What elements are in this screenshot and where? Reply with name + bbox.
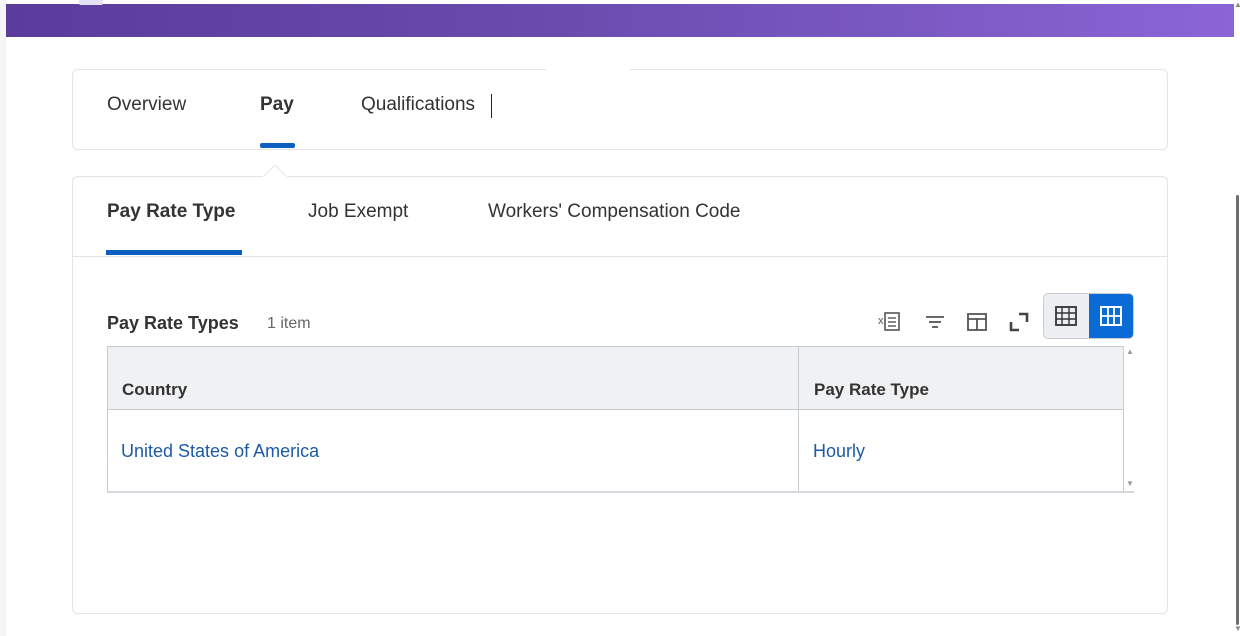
table-scroll-up-icon[interactable]: ▲ [1126, 347, 1134, 356]
pay-rate-type-link[interactable]: Hourly [813, 441, 865, 462]
active-tab-indicator [260, 143, 295, 148]
filter-icon[interactable] [918, 305, 952, 339]
table-header-row [108, 347, 1123, 410]
table-bottom-border [107, 491, 1134, 493]
main-tabs-card [72, 69, 1168, 150]
column-layout-icon[interactable] [960, 305, 994, 339]
tab-qualifications[interactable]: Qualifications [361, 94, 475, 116]
export-to-excel-icon[interactable]: x [873, 305, 907, 339]
country-link[interactable]: United States of America [121, 441, 319, 462]
tab-pointer-arrow [263, 164, 287, 177]
svg-text:x: x [878, 315, 884, 327]
header-banner [6, 4, 1234, 37]
grid-view-icon[interactable] [1089, 294, 1133, 338]
fullscreen-icon[interactable] [1002, 305, 1036, 339]
scroll-down-arrow-icon[interactable]: ▼ [1234, 624, 1240, 633]
subtab-job-exempt[interactable]: Job Exempt [308, 201, 408, 223]
left-edge-strip [0, 0, 6, 636]
active-subtab-indicator [106, 250, 242, 255]
column-header-pay-rate-type[interactable]: Pay Rate Type [814, 380, 929, 400]
tab-pay[interactable]: Pay [260, 94, 294, 116]
tab-overview[interactable]: Overview [107, 94, 186, 116]
grid-item-count: 1 item [267, 315, 311, 332]
column-divider[interactable] [798, 347, 799, 491]
text-cursor [491, 94, 492, 118]
table-view-icon[interactable] [1044, 294, 1088, 338]
subtab-workers-compensation-code[interactable]: Workers' Compensation Code [488, 201, 741, 223]
column-header-country[interactable]: Country [122, 380, 187, 400]
table-scroll-down-icon[interactable]: ▼ [1126, 479, 1134, 488]
page-scrollbar-thumb[interactable] [1236, 195, 1239, 625]
menu-icon[interactable] [79, 0, 103, 5]
grid-title: Pay Rate Types [107, 313, 239, 333]
scroll-up-arrow-icon[interactable]: ▲ [1234, 0, 1240, 9]
subtab-divider [73, 256, 1167, 257]
tabs-card-gap [546, 67, 630, 71]
subtab-pay-rate-type[interactable]: Pay Rate Type [107, 201, 235, 223]
